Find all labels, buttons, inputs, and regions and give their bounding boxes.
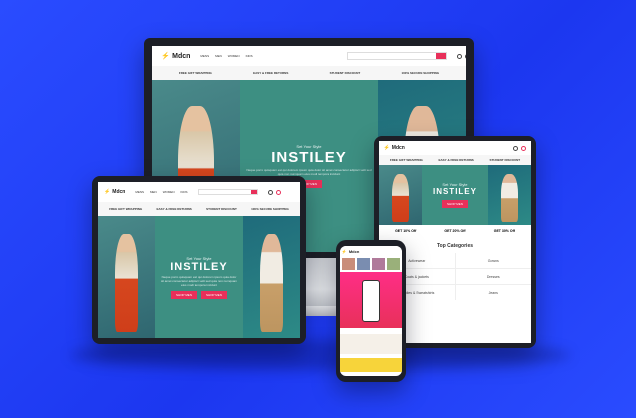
tablet-feature-strip: FREE GIFT WRAPPING EASY & FREE RETURNS S… (379, 155, 531, 165)
landscape-hero: Set Your Style INSTILEY Neque porro quis… (98, 216, 300, 338)
landscape-feature-gift: FREE GIFT WRAPPING (109, 207, 143, 211)
tablet-model-image (391, 174, 409, 222)
phone-nav: ⚡ Mdcn (340, 246, 402, 256)
phone-sale-banner[interactable] (340, 358, 402, 372)
phone-thumb[interactable] (387, 258, 400, 270)
phone-logo-text: Mdcn (348, 248, 360, 254)
feature-secure: 100% SECURE SHOPPING (401, 71, 440, 75)
phone-logo[interactable]: ⚡ Mdcn (342, 249, 359, 254)
menu-item-mens[interactable]: MENS (200, 54, 209, 58)
landscape-cta-row: SHOP MEN SHOP MEN (171, 287, 227, 299)
landscape-model-image (114, 234, 138, 332)
phone-product-strip (340, 334, 402, 354)
landscape-menu-women[interactable]: WOMEN (163, 190, 175, 194)
category-jeans[interactable]: Jeans (455, 285, 531, 300)
landscape-menu: MENS MEN WOMEN KIDS (135, 190, 187, 194)
tablet-hero-title: INSTILEY (432, 187, 477, 196)
tablet-feature-gift: FREE GIFT WRAPPING (389, 158, 423, 162)
tablet-hero-subtitle: Set Your Style (442, 182, 468, 187)
hero-subtitle: Set Your Style (296, 144, 322, 149)
offer-10[interactable]: GET 10% Off (395, 229, 416, 233)
menu-item-kids[interactable]: KIDS (246, 54, 253, 58)
tablet-hero: Set Your Style INSTILEY SHOP MEN (379, 165, 531, 225)
phone-mockup-image (362, 280, 380, 322)
phone-category-thumbs (340, 256, 402, 272)
category-dresses[interactable]: Dresses (455, 269, 531, 284)
landscape-hero-description: Neque porro quisquam est qui dolorem ips… (160, 274, 237, 287)
landscape-shop-men-button-2[interactable]: SHOP MEN (200, 290, 227, 299)
landscape-feature-strip: FREE GIFT WRAPPING EASY & FREE RETURNS S… (98, 202, 300, 216)
main-menu: MENS MEN WOMEN KIDS (200, 54, 252, 58)
logo[interactable]: ⚡ Mdcn (161, 52, 191, 61)
landscape-search-button[interactable] (250, 190, 257, 194)
landscape-model-image-right (260, 234, 283, 332)
landscape-user-icon[interactable] (267, 189, 273, 195)
desktop-nav: ⚡ Mdcn MENS MEN WOMEN KIDS (152, 46, 466, 66)
landscape-search-input[interactable] (197, 189, 258, 195)
user-icon[interactable] (456, 53, 462, 59)
offer-30[interactable]: GET 30% Off (494, 229, 515, 233)
tablet-logo-mark-icon: ⚡ (383, 145, 390, 151)
landscape-nav: ⚡ Mdcn MENS MEN WOMEN KIDS (98, 182, 300, 202)
feature-student: STUDENT DISCOUNT (329, 71, 361, 75)
tablet-cart-icon[interactable] (521, 145, 527, 151)
wishlist-icon[interactable] (464, 53, 466, 59)
menu-item-men[interactable]: MEN (215, 54, 222, 58)
feature-gift: FREE GIFT WRAPPING (178, 71, 212, 75)
tablet-nav: ⚡ Mdcn (379, 141, 531, 155)
tablet-hero-left (379, 165, 422, 225)
offers-row: GET 10% Off GET 20% Off GET 30% Off (379, 225, 531, 237)
phone-thumb[interactable] (372, 258, 385, 270)
phone-logo-mark-icon: ⚡ (341, 248, 347, 254)
category-gowns[interactable]: Gowns (455, 253, 531, 268)
landscape-logo[interactable]: ⚡ Mdcn (104, 189, 125, 195)
smartphone: ⚡ Mdcn (336, 240, 406, 382)
feature-strip: FREE GIFT WRAPPING EASY & FREE RETURNS S… (152, 66, 466, 80)
landscape-header-icons (267, 189, 281, 195)
landscape-logo-text: Mdcn (112, 189, 126, 195)
tablet-shop-button[interactable]: SHOP MEN (442, 200, 468, 208)
tablet-logo-text: Mdcn (391, 145, 405, 151)
phone-thumb[interactable] (357, 258, 370, 270)
landscape-cart-icon[interactable] (275, 189, 281, 195)
tablet-logo[interactable]: ⚡ Mdcn (384, 145, 405, 151)
landscape-feature-returns: EASY & FREE RETURNS (156, 207, 192, 211)
offer-20[interactable]: GET 20% Off (444, 229, 465, 233)
tablet-model-image-right (501, 174, 519, 222)
tablet-feature-returns: EASY & FREE RETURNS (438, 158, 474, 162)
landscape-menu-men[interactable]: MEN (150, 190, 157, 194)
logo-text: Mdcn (172, 52, 191, 60)
hero-title: INSTILEY (271, 149, 347, 166)
landscape-menu-mens[interactable]: MENS (135, 190, 144, 194)
landscape-hero-content: Set Your Style INSTILEY Neque porro quis… (154, 216, 244, 338)
landscape-feature-secure: 100% SECURE SHOPPING (251, 207, 289, 211)
menu-item-women[interactable]: WOMEN (228, 54, 240, 58)
landscape-feature-student: STUDENT DISCOUNT (206, 207, 237, 211)
search-button[interactable] (435, 53, 446, 59)
phone-promo-banner[interactable] (340, 272, 402, 328)
tablet-feature-student: STUDENT DISCOUNT (489, 158, 521, 162)
phone-screen: ⚡ Mdcn (340, 246, 402, 376)
landscape-menu-kids[interactable]: KIDS (181, 190, 188, 194)
landscape-hero-title: INSTILEY (170, 260, 228, 273)
tablet-hero-content: Set Your Style INSTILEY SHOP MEN (421, 165, 489, 225)
hero-description: Neque porro quisquam est qui dolorem ips… (246, 168, 372, 176)
landscape-hero-left (98, 216, 155, 338)
landscape-hero-right (243, 216, 300, 338)
tablet-landscape: ⚡ Mdcn MENS MEN WOMEN KIDS FREE GIFT WRAP… (92, 176, 306, 344)
tablet-landscape-screen: ⚡ Mdcn MENS MEN WOMEN KIDS FREE GIFT WRAP… (98, 182, 300, 338)
tablet-hero-right (488, 165, 531, 225)
phone-thumb[interactable] (342, 258, 355, 270)
logo-mark-icon: ⚡ (161, 53, 171, 60)
search-input[interactable] (346, 52, 447, 60)
header-icons (456, 53, 466, 59)
landscape-shop-men-button[interactable]: SHOP MEN (171, 290, 197, 299)
tablet-header-icons (513, 145, 527, 151)
feature-returns: EASY & FREE RETURNS (253, 71, 289, 75)
landscape-logo-mark-icon: ⚡ (104, 189, 111, 195)
tablet-user-icon[interactable] (513, 145, 519, 151)
landscape-hero-subtitle: Set Your Style (186, 255, 212, 261)
